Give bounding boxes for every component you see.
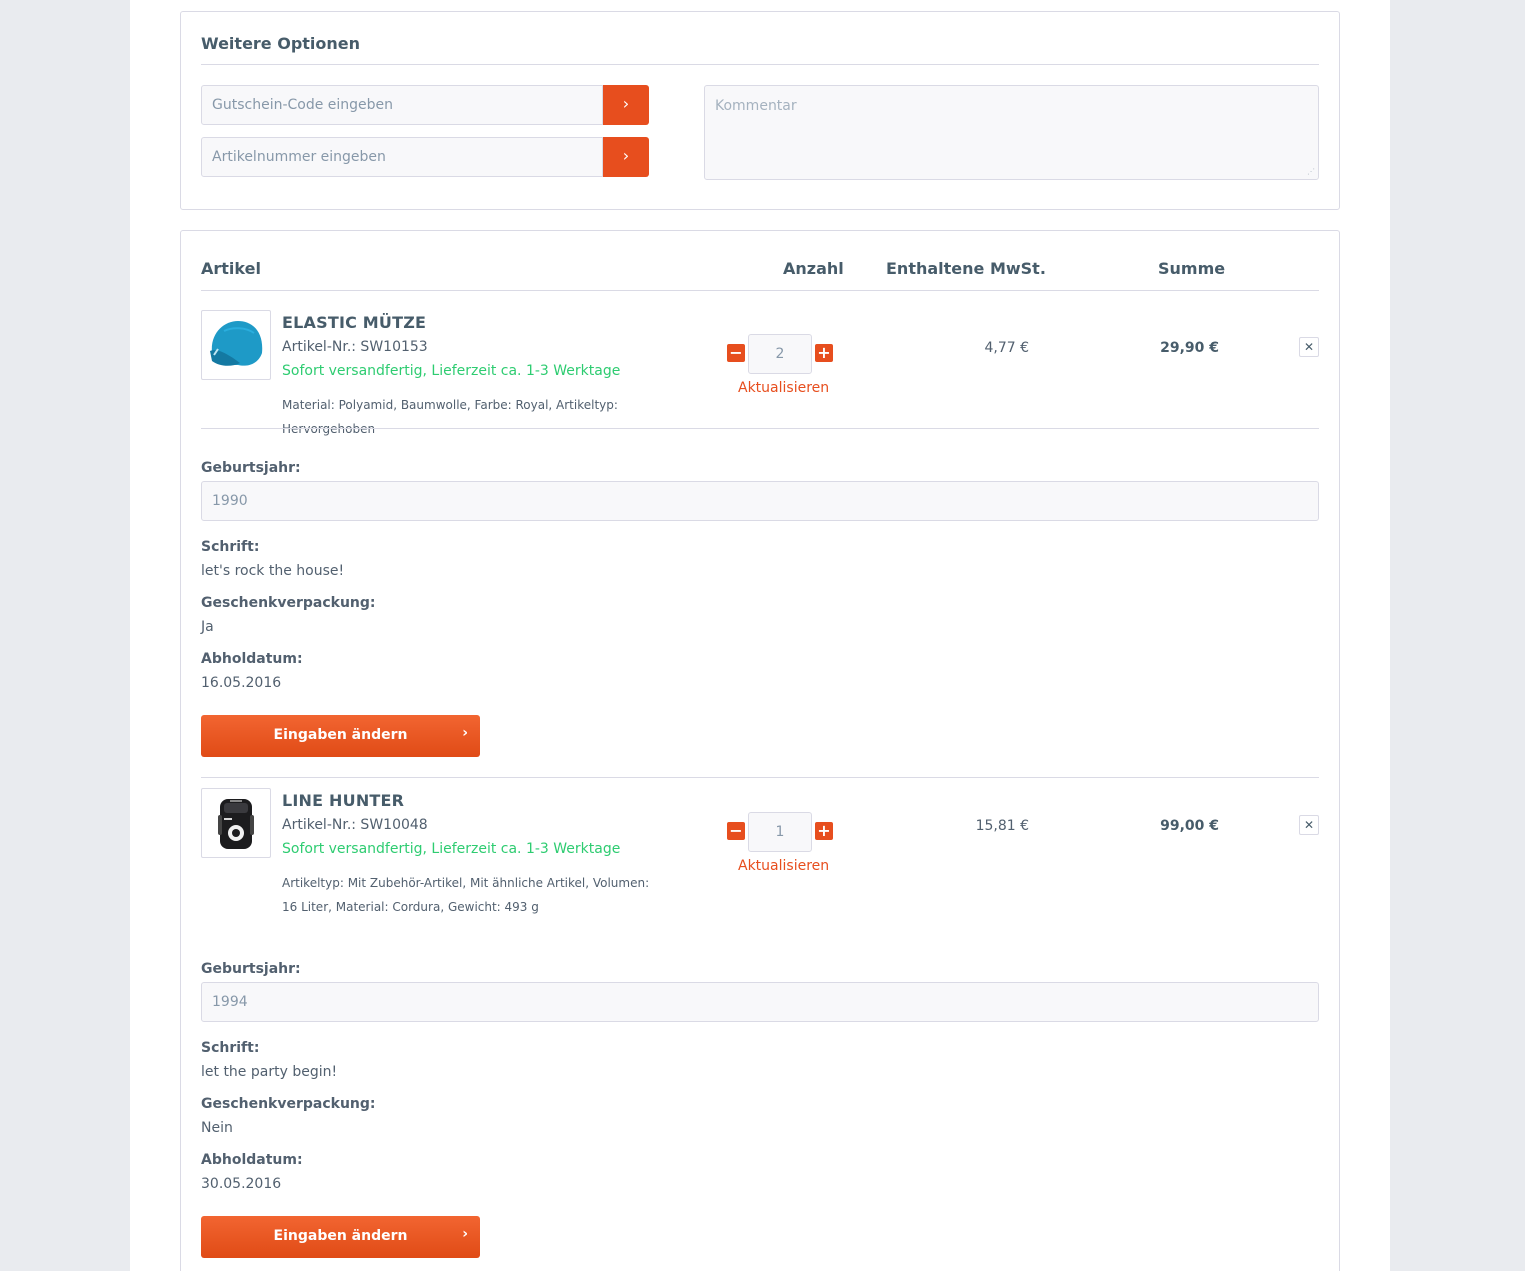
field-label: Geburtsjahr: — [201, 961, 301, 977]
decrease-quantity-button[interactable]: − — [727, 344, 745, 362]
product-image[interactable] — [201, 310, 271, 380]
header-quantity: Anzahl — [783, 259, 844, 278]
further-options-panel: Weitere Optionen Gutschein-Code eingeben… — [180, 11, 1340, 210]
item-vat: 15,81 € — [975, 818, 1029, 834]
voucher-submit-button[interactable]: › — [603, 85, 649, 125]
item-sum: 99,00 € — [1160, 818, 1219, 834]
field-value: Ja — [201, 619, 214, 635]
divider — [201, 64, 1319, 65]
field-value: 30.05.2016 — [201, 1176, 282, 1192]
product-name[interactable]: LINE HUNTER — [282, 791, 404, 810]
update-link[interactable]: Aktualisieren — [738, 858, 829, 874]
field-value: Nein — [201, 1120, 233, 1136]
product-properties: Artikeltyp: Mit Zubehör-Artikel, Mit ähn… — [282, 876, 650, 914]
field-label: Geburtsjahr: — [201, 460, 301, 476]
cart-panel: Artikel Anzahl Enthaltene MwSt. Summe EL… — [180, 230, 1340, 1271]
change-inputs-button[interactable]: Eingaben ändern › — [201, 715, 480, 757]
field-label: Geschenkverpackung: — [201, 1096, 376, 1112]
decrease-quantity-button[interactable]: − — [727, 822, 745, 840]
birth-year-input[interactable]: 1990 — [201, 481, 1319, 521]
remove-item-button[interactable]: ✕ — [1299, 337, 1319, 357]
comment-textarea[interactable]: Kommentar ⋰ — [704, 85, 1319, 180]
product-number: Artikel-Nr.: SW10048 — [282, 817, 428, 833]
header-sum: Summe — [1158, 259, 1226, 278]
change-inputs-label: Eingaben ändern — [273, 727, 408, 743]
article-number-submit-button[interactable]: › — [603, 137, 649, 177]
remove-item-button[interactable]: ✕ — [1299, 815, 1319, 835]
product-name[interactable]: ELASTIC MÜTZE — [282, 313, 426, 332]
header-vat: Enthaltene MwSt. — [886, 259, 1046, 278]
quantity-input[interactable]: 2 — [748, 334, 812, 374]
product-image[interactable] — [201, 788, 271, 858]
field-value: let's rock the house! — [201, 563, 345, 579]
backpack-icon — [218, 799, 254, 849]
product-number: Artikel-Nr.: SW10153 — [282, 339, 428, 355]
field-value: let the party begin! — [201, 1064, 338, 1080]
voucher-input[interactable]: Gutschein-Code eingeben — [201, 85, 603, 125]
field-label: Schrift: — [201, 539, 260, 555]
birth-year-input[interactable]: 1994 — [201, 982, 1319, 1022]
comment-placeholder: Kommentar — [715, 98, 797, 114]
chevron-right-icon: › — [462, 1226, 468, 1242]
field-label: Abholdatum: — [201, 1152, 303, 1168]
chevron-right-icon: › — [462, 725, 468, 741]
change-inputs-button[interactable]: Eingaben ändern › — [201, 1216, 480, 1258]
delivery-info: Sofort versandfertig, Lieferzeit ca. 1-3… — [282, 841, 621, 857]
product-properties: Material: Polyamid, Baumwolle, Farbe: Ro… — [282, 398, 618, 436]
header-article: Artikel — [201, 259, 261, 278]
page-content: Weitere Optionen Gutschein-Code eingeben… — [130, 0, 1390, 1271]
field-label: Schrift: — [201, 1040, 260, 1056]
article-number-input[interactable]: Artikelnummer eingeben — [201, 137, 603, 177]
item-vat: 4,77 € — [984, 340, 1029, 356]
item-divider — [201, 777, 1319, 778]
further-options-title: Weitere Optionen — [201, 34, 361, 53]
beanie-hat-icon — [210, 321, 263, 366]
item-sum: 29,90 € — [1160, 340, 1219, 356]
field-value: 16.05.2016 — [201, 675, 282, 691]
resize-grip-icon[interactable]: ⋰ — [1307, 168, 1315, 176]
field-label: Abholdatum: — [201, 651, 303, 667]
change-inputs-label: Eingaben ändern — [273, 1228, 408, 1244]
delivery-info: Sofort versandfertig, Lieferzeit ca. 1-3… — [282, 363, 621, 379]
field-label: Geschenkverpackung: — [201, 595, 376, 611]
update-link[interactable]: Aktualisieren — [738, 380, 829, 396]
quantity-input[interactable]: 1 — [748, 812, 812, 852]
header-divider — [201, 290, 1319, 291]
item-divider — [201, 428, 1319, 429]
